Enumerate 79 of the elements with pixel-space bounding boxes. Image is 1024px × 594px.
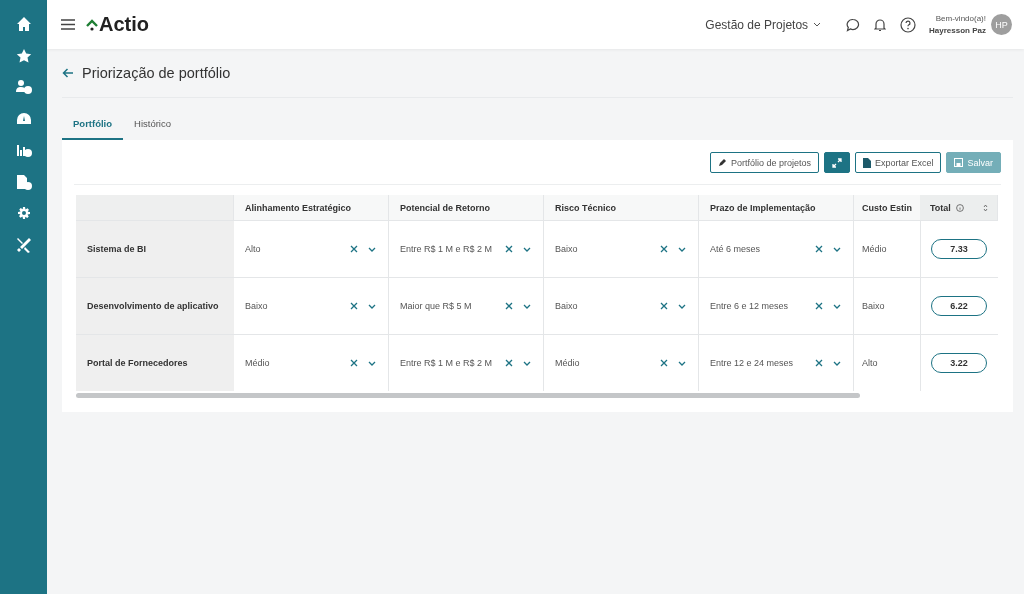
project-name: Portal de Fornecedores [76, 334, 234, 391]
select-value: Médio [555, 358, 581, 368]
tab[interactable]: Histórico [123, 108, 182, 140]
select-value: Médio [245, 358, 271, 368]
excel-button[interactable]: Exportar Excel [854, 152, 942, 173]
gauge-icon[interactable] [15, 110, 32, 127]
select-value: Entre 12 e 24 meses [710, 358, 795, 368]
clear-icon[interactable] [815, 302, 823, 310]
gear-icon[interactable] [15, 205, 32, 221]
star-icon[interactable] [15, 47, 32, 64]
chevron-icon[interactable] [523, 246, 531, 252]
column-header: Risco Técnico [544, 195, 699, 220]
column-header: Custo Estin [854, 195, 920, 220]
chat-icon[interactable] [846, 17, 861, 32]
select-value: Entre R$ 1 M e R$ 2 M [400, 244, 494, 254]
select-value: Baixo [555, 301, 579, 311]
chevron-icon[interactable] [523, 303, 531, 309]
select-value: Baixo [245, 301, 269, 311]
module-dropdown[interactable]: Gestão de Projetos [699, 16, 828, 33]
chevron-icon[interactable] [368, 303, 376, 309]
chevron-icon[interactable] [833, 246, 841, 252]
pencil-icon [717, 158, 727, 167]
select-value: Alto [245, 244, 262, 254]
column-header: Potencial de Retorno [389, 195, 544, 220]
chevron-icon[interactable] [833, 360, 841, 366]
bell-icon[interactable] [874, 17, 887, 32]
clear-icon[interactable] [505, 302, 513, 310]
chevron-icon[interactable] [833, 303, 841, 309]
project-name: Sistema de BI [76, 220, 234, 277]
clear-icon[interactable] [815, 359, 823, 367]
table-cell: Médio [862, 244, 887, 254]
clear-icon[interactable] [660, 245, 668, 253]
users-icon[interactable] [15, 79, 32, 95]
table-cell: Baixo [862, 301, 885, 311]
chevron-icon[interactable] [368, 360, 376, 366]
expand-icon [831, 157, 842, 168]
chevron-icon[interactable] [678, 246, 686, 252]
chevron-icon[interactable] [523, 360, 531, 366]
clear-icon[interactable] [505, 245, 513, 253]
file-icon [862, 157, 871, 168]
logo-icon [86, 18, 98, 31]
chevron-icon[interactable] [678, 303, 686, 309]
caret-icon [813, 22, 822, 27]
clear-icon[interactable] [350, 302, 358, 310]
menu-icon[interactable] [61, 19, 75, 30]
save-icon [954, 158, 964, 167]
table-cell: Alto [862, 358, 878, 368]
info-icon [955, 203, 964, 212]
doc-icon[interactable] [15, 173, 32, 190]
home-icon[interactable] [15, 16, 32, 32]
clear-icon[interactable] [815, 245, 823, 253]
select-value: Entre 6 e 12 meses [710, 301, 790, 311]
select-value: Entre R$ 1 M e R$ 2 M [400, 358, 494, 368]
select-value: Até 6 meses [710, 244, 762, 254]
clear-icon[interactable] [660, 359, 668, 367]
sort-icon[interactable] [982, 203, 988, 212]
clear-icon[interactable] [350, 359, 358, 367]
back-icon[interactable] [62, 68, 74, 78]
expand-button[interactable] [823, 152, 850, 173]
column-header: Prazo de Implementação [699, 195, 854, 220]
select-value: Baixo [555, 244, 579, 254]
tools-icon[interactable] [15, 236, 32, 253]
project-name: Desenvolvimento de aplicativo [76, 277, 234, 334]
select-value: Maior que R$ 5 M [400, 301, 473, 311]
scrollbar[interactable] [76, 393, 860, 398]
logo-text: Actio [99, 13, 149, 36]
column-header: Alinhamento Estratégico [234, 195, 389, 220]
chevron-icon[interactable] [678, 360, 686, 366]
clear-icon[interactable] [660, 302, 668, 310]
chevron-icon[interactable] [368, 246, 376, 252]
page-title: Priorização de portfólio [82, 65, 231, 81]
clear-icon[interactable] [505, 359, 513, 367]
help-icon[interactable] [900, 16, 917, 33]
column-header: Total [930, 202, 951, 213]
user-name: Hayresson Paz [929, 24, 986, 37]
chart-icon[interactable] [15, 142, 32, 158]
edit-button[interactable]: Portfólio de projetos [709, 152, 819, 173]
clear-icon[interactable] [350, 245, 358, 253]
greeting-text: Bem-vindo(a)! [935, 12, 986, 25]
